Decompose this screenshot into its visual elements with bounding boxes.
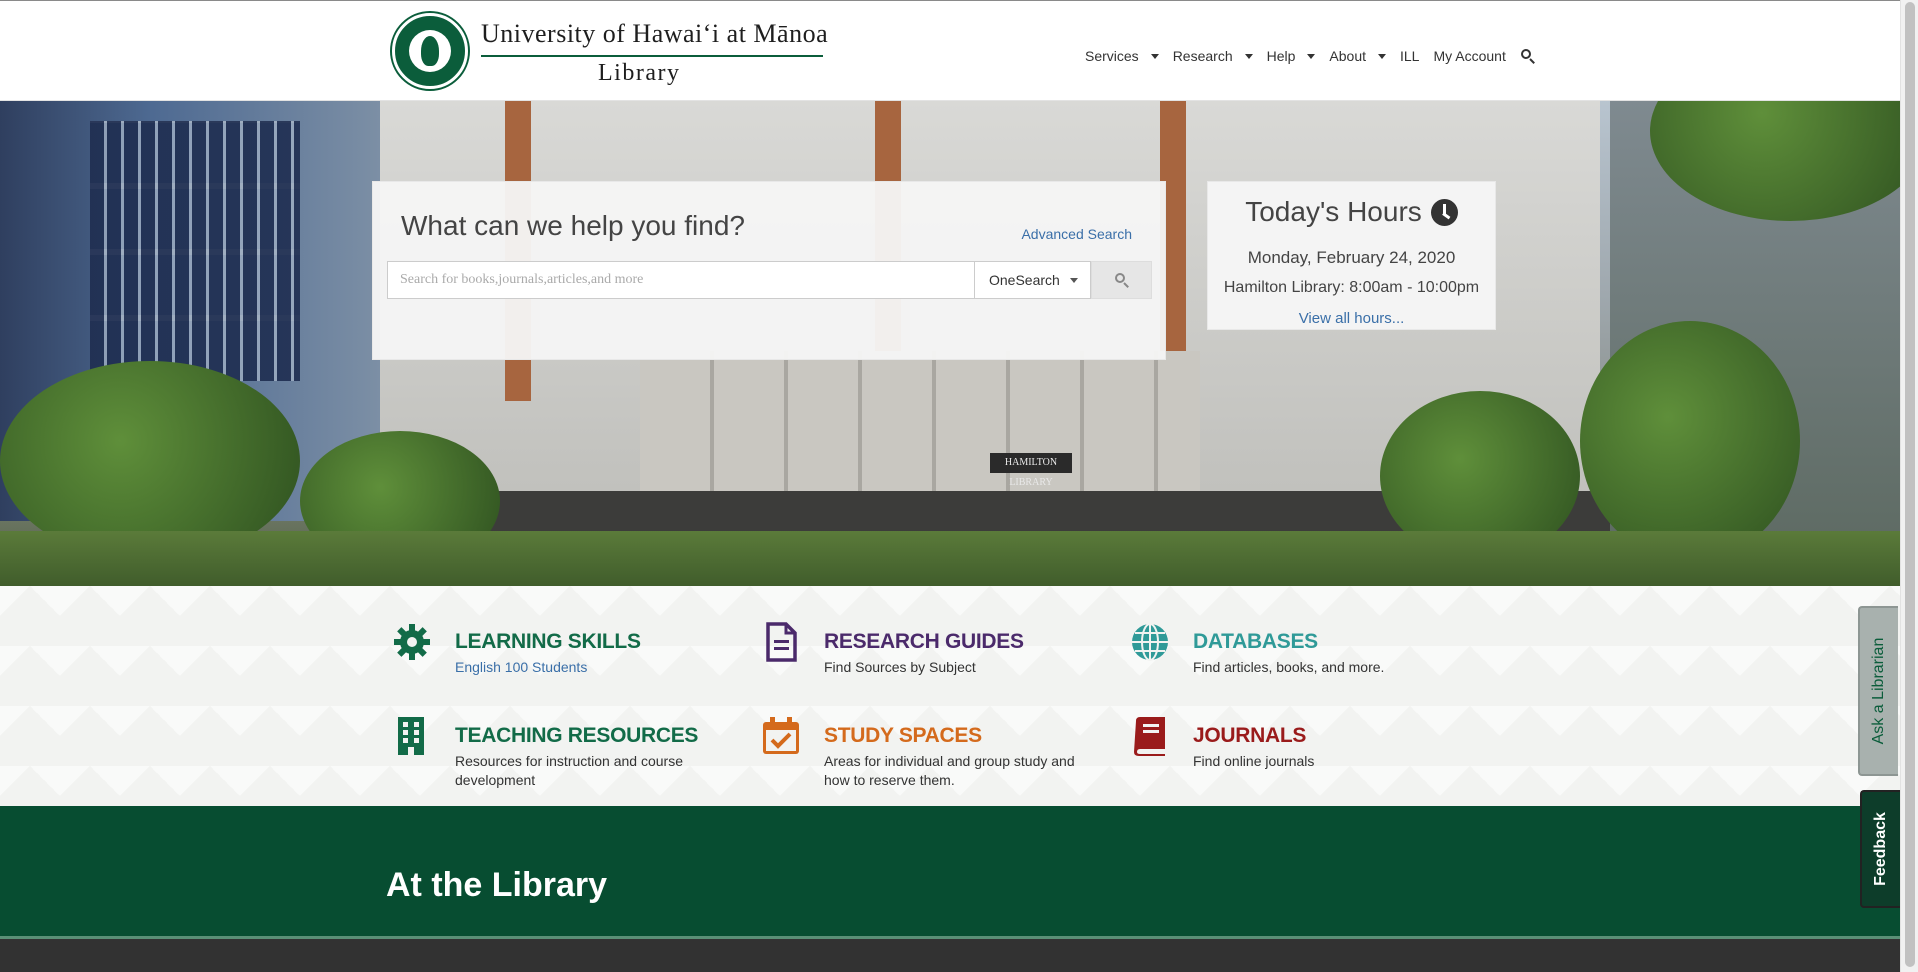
ask-a-librarian-tab[interactable]: Ask a Librarian <box>1858 606 1898 776</box>
hours-panel: Today's Hours Monday, February 24, 2020 … <box>1207 181 1496 330</box>
university-seal-icon <box>392 13 468 89</box>
search-icon <box>1114 273 1129 288</box>
caret-down-icon <box>1150 53 1159 59</box>
search-title: What can we help you find? <box>401 210 745 241</box>
ask-a-librarian-label: Ask a Librarian <box>1870 637 1887 745</box>
nav-help[interactable]: Help <box>1267 48 1316 64</box>
hero-hedge <box>0 531 1900 586</box>
quick-link-title: TEACHING RESOURCES <box>455 724 699 747</box>
document-icon <box>766 622 797 662</box>
caret-down-icon <box>1069 277 1078 283</box>
logo-university-name: University of Hawaiʻi at Mānoa <box>481 19 829 48</box>
logo-library-name: Library <box>598 60 681 86</box>
nav-label: My Account <box>1433 48 1506 64</box>
quick-link-title: RESEARCH GUIDES <box>824 630 1024 653</box>
gear-icon <box>394 624 430 660</box>
quick-link-teaching-resources[interactable]: TEACHING RESOURCES Resources for instruc… <box>392 716 732 788</box>
search-scope-label: OneSearch <box>989 272 1060 288</box>
quick-link-title: JOURNALS <box>1193 724 1307 747</box>
quick-link-journals[interactable]: JOURNALS Find online journals <box>1130 716 1470 786</box>
main-nav: Services Research Help About ILL My Acco… <box>1085 46 1536 66</box>
feedback-tab[interactable]: Feedback <box>1860 790 1900 908</box>
site-header: University of Hawaiʻi at Mānoa Library S… <box>0 1 1900 101</box>
nav-my-account[interactable]: My Account <box>1433 48 1505 64</box>
building-sign: HAMILTON LIBRARY <box>990 453 1072 488</box>
hours-title-row: Today's Hours <box>1208 196 1495 228</box>
search-icon[interactable] <box>1520 48 1536 64</box>
hours-hamilton: Hamilton Library: 8:00am - 10:00pm <box>1223 279 1480 296</box>
calendar-check-icon <box>763 717 799 754</box>
quick-link-study-spaces[interactable]: STUDY SPACES Areas for individual and gr… <box>761 716 1101 788</box>
quick-link-subtitle: Areas for individual and group study and… <box>824 753 1075 788</box>
search-scope-select[interactable]: OneSearch <box>975 261 1091 299</box>
nav-label: Help <box>1266 48 1296 64</box>
logo-rule <box>481 55 823 57</box>
caret-down-icon <box>1307 53 1316 59</box>
quick-link-databases[interactable]: DATABASES Find articles, books, and more… <box>1130 622 1470 692</box>
hours-date: Monday, February 24, 2020 <box>1247 248 1456 267</box>
nav-research[interactable]: Research <box>1173 48 1253 64</box>
quick-link-subtitle: Find Sources by Subject <box>824 659 976 675</box>
nav-about[interactable]: About <box>1329 48 1386 64</box>
nav-label: Services <box>1085 48 1139 64</box>
nav-label: About <box>1329 48 1366 64</box>
quick-link-learning-skills[interactable]: LEARNING SKILLS English 100 Students <box>392 622 732 692</box>
scrollbar-thumb[interactable] <box>1905 2 1915 967</box>
quick-link-subtitle: Find articles, books, and more. <box>1193 659 1385 675</box>
hero-tree <box>1580 321 1800 561</box>
hours-title: Today's Hours <box>1245 196 1422 227</box>
feedback-label: Feedback <box>1872 812 1889 886</box>
section-title: At the Library <box>386 866 608 904</box>
nav-label: ILL <box>1400 48 1420 64</box>
quick-link-title: DATABASES <box>1193 630 1318 653</box>
quick-link-research-guides[interactable]: RESEARCH GUIDES Find Sources by Subject <box>761 622 1101 692</box>
building-icon <box>398 717 424 755</box>
globe-icon <box>1132 623 1168 661</box>
quick-link-title: LEARNING SKILLS <box>455 630 641 653</box>
nav-services[interactable]: Services <box>1085 48 1159 64</box>
quick-links: LEARNING SKILLS English 100 Students RES… <box>0 586 1900 806</box>
quick-link-title: STUDY SPACES <box>824 724 982 747</box>
advanced-search-link[interactable]: Advanced Search <box>1021 226 1132 242</box>
search-button[interactable] <box>1091 261 1152 299</box>
view-all-hours-link[interactable]: View all hours... <box>1208 310 1495 327</box>
caret-down-icon <box>1244 53 1253 59</box>
caret-down-icon <box>1378 53 1386 59</box>
search-input[interactable] <box>387 261 975 299</box>
quick-link-subtitle: Find online journals <box>1193 753 1315 769</box>
quick-link-subtitle: Resources for instruction and course dev… <box>455 753 683 788</box>
quick-link-subtitle: English 100 Students <box>455 659 588 675</box>
book-icon <box>1134 717 1165 756</box>
nav-ill[interactable]: ILL <box>1400 48 1419 64</box>
nav-label: Research <box>1172 48 1233 64</box>
library-logo[interactable]: University of Hawaiʻi at Mānoa Library <box>392 13 832 91</box>
page-scrollbar[interactable] <box>1900 0 1918 972</box>
footer-strip <box>0 939 1900 972</box>
at-the-library-section: At the Library <box>0 806 1900 938</box>
search-panel: What can we help you find? Advanced Sear… <box>372 181 1166 360</box>
clock-icon <box>1430 198 1458 226</box>
